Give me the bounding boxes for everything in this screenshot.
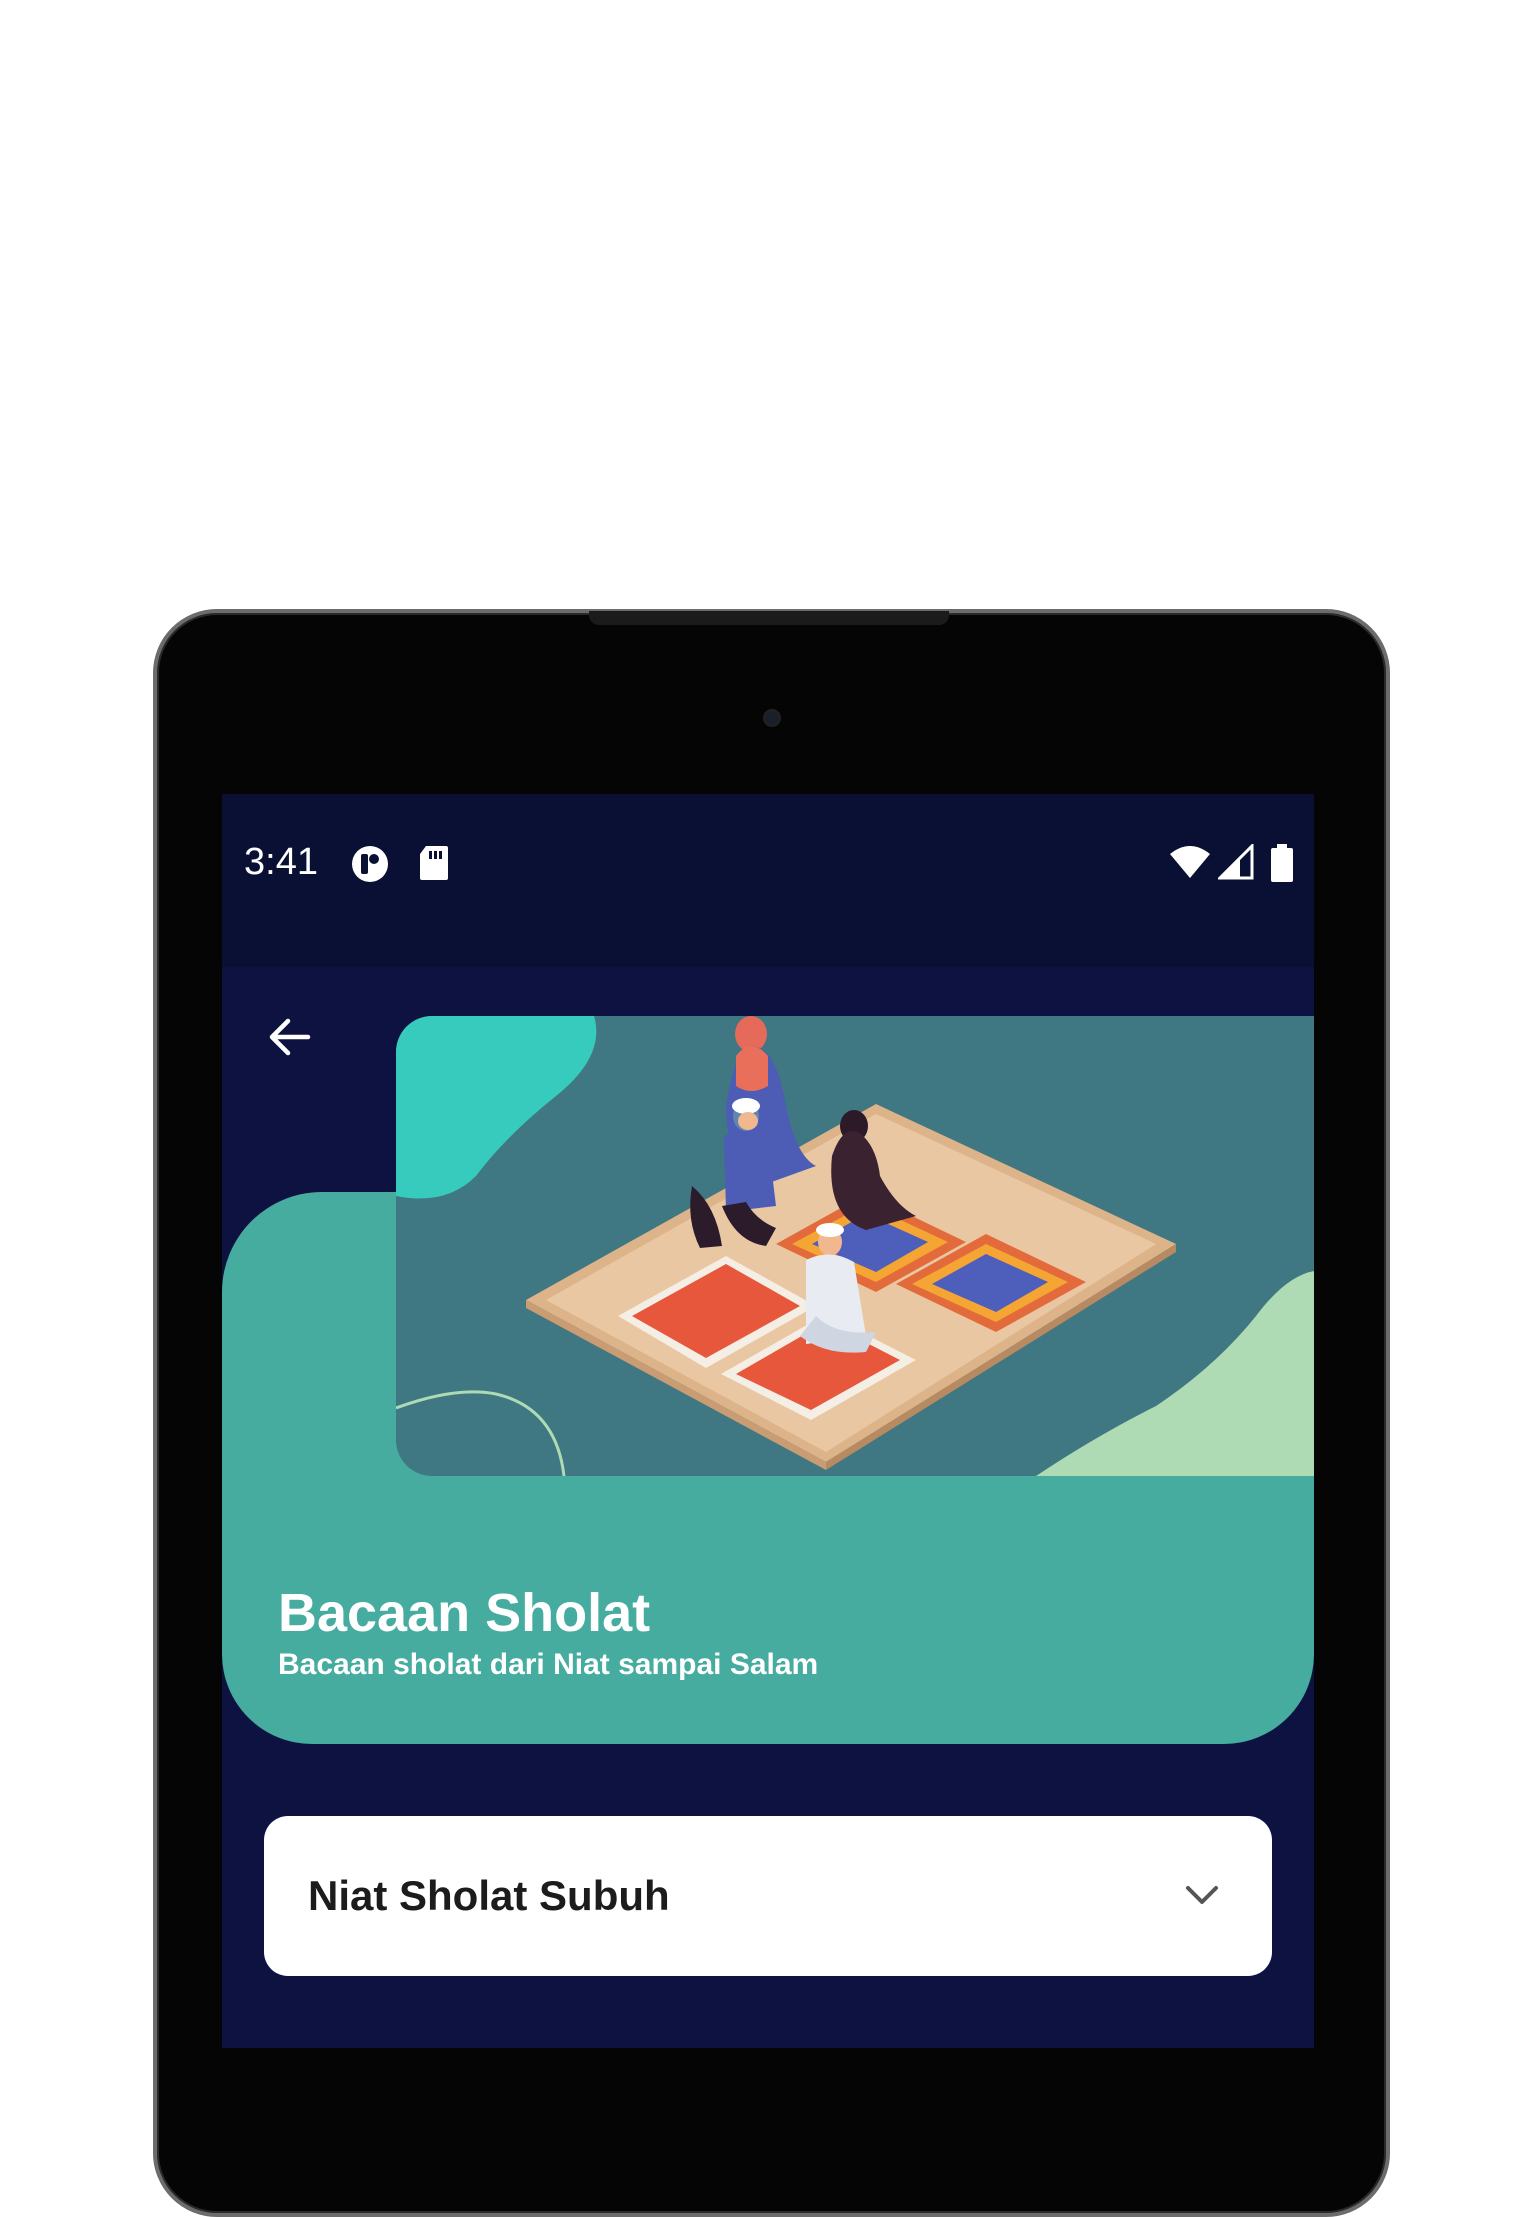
status-time: 3:41 <box>244 841 318 883</box>
signal-icon <box>1218 844 1254 880</box>
arrow-left-icon[interactable] <box>262 1009 318 1065</box>
chevron-down-icon[interactable] <box>1182 1880 1222 1910</box>
status-bar: 3:41 <box>222 794 1314 967</box>
dropdown-selected-value: Niat Sholat Subuh <box>308 1872 670 1919</box>
battery-icon <box>1271 844 1293 882</box>
launcher-icon <box>352 846 388 882</box>
app-screen: 3:41 Bacaan Sholat Bacaan sholat dari Ni… <box>222 794 1314 2048</box>
front-camera <box>763 709 781 727</box>
page-title: Bacaan Sholat <box>278 1583 651 1643</box>
prayer-illustration <box>396 1016 1314 1476</box>
sd-card-icon <box>420 846 448 880</box>
speaker-grille <box>589 611 949 625</box>
prayer-selector-dropdown[interactable]: Niat Sholat Subuh <box>264 1816 1272 1976</box>
wifi-icon <box>1170 846 1210 878</box>
page-subtitle: Bacaan sholat dari Niat sampai Salam <box>278 1648 819 1681</box>
